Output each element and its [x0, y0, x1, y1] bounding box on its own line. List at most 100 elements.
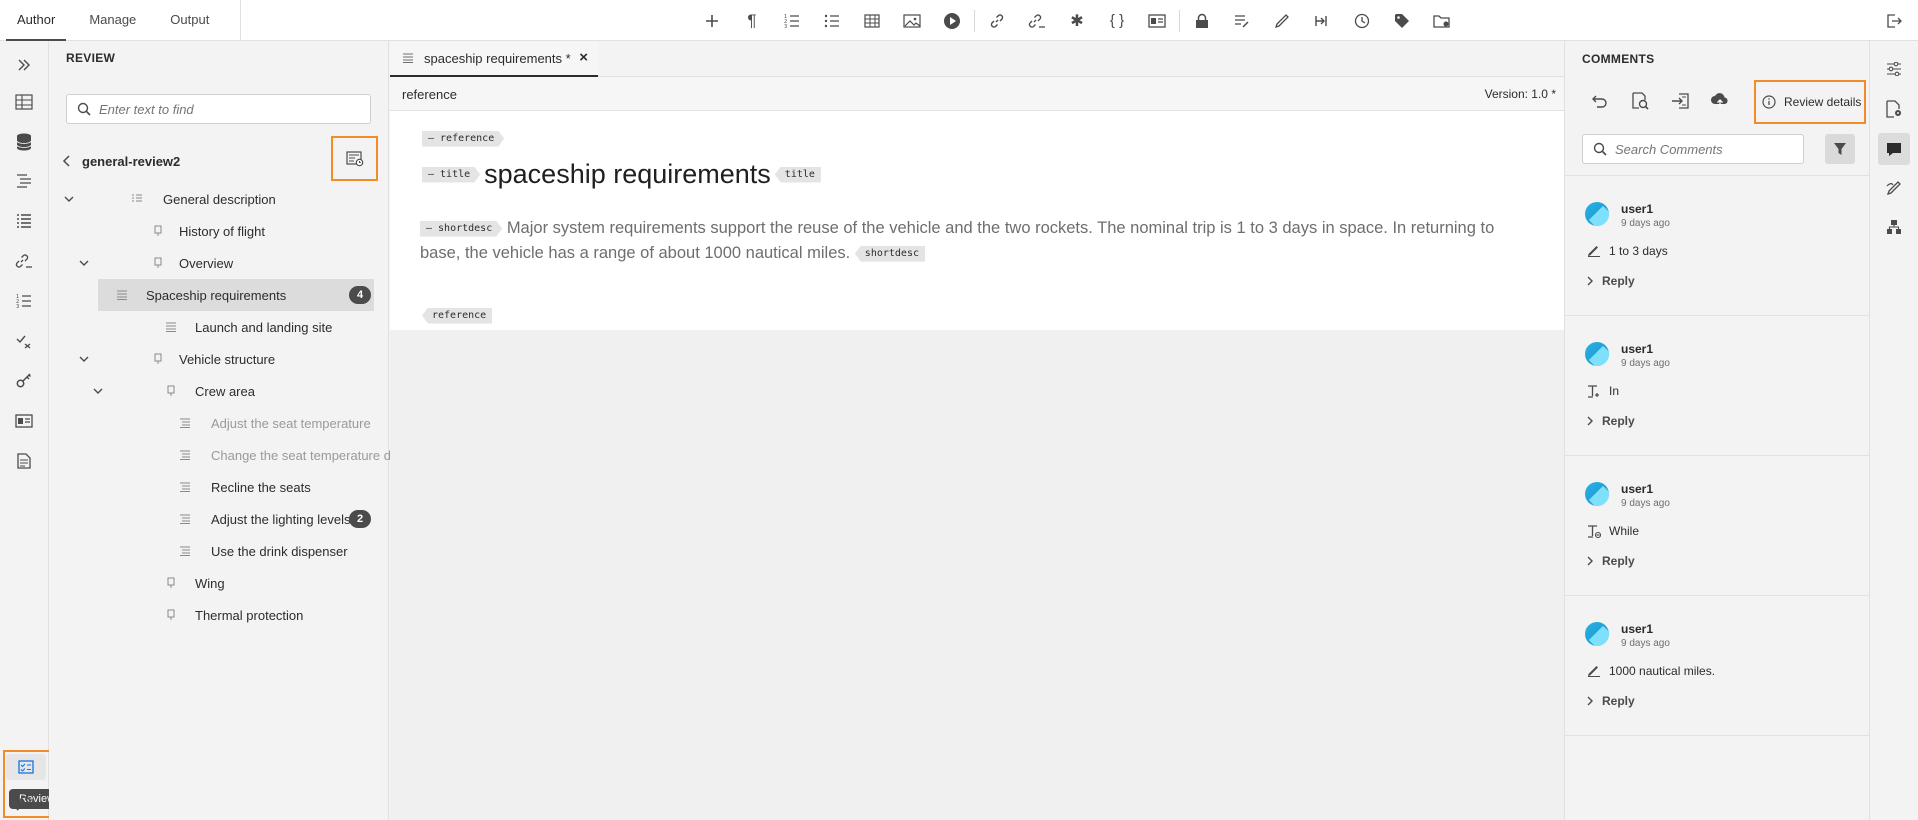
tree-item[interactable]: Change the seat temperature disp...: [49, 439, 416, 471]
comments-search-field[interactable]: [1582, 134, 1804, 164]
review-search-field[interactable]: [66, 94, 371, 124]
highlight-icon[interactable]: [1262, 0, 1302, 41]
tree-item[interactable]: Adjust the lighting levels 2: [49, 503, 389, 535]
tree-item[interactable]: Adjust the seat temperature: [49, 407, 389, 439]
track-changes-panel-icon[interactable]: [1878, 172, 1910, 204]
properties-icon[interactable]: [1878, 53, 1910, 85]
tree-item[interactable]: Launch and landing site: [49, 311, 389, 343]
document-title[interactable]: spaceship requirements: [484, 159, 771, 190]
tree-item[interactable]: Overview: [49, 247, 389, 279]
undo-icon[interactable]: [1580, 85, 1620, 117]
tree-item[interactable]: Use the drink dispenser: [49, 535, 389, 567]
close-icon[interactable]: ×: [579, 49, 588, 66]
shortdesc-text[interactable]: Major system requirements support the re…: [420, 219, 1494, 262]
multimedia-icon[interactable]: [932, 0, 972, 41]
tree-item[interactable]: Crew area: [49, 375, 389, 407]
chevron-down-icon[interactable]: [77, 352, 91, 366]
repository-icon[interactable]: [8, 86, 40, 118]
chevron-down-icon[interactable]: [77, 256, 91, 270]
reply-toggle[interactable]: Reply: [1587, 414, 1635, 428]
comment-card[interactable]: user1 9 days ago 1000 nautical miles. Reply: [1565, 596, 1871, 736]
title-element[interactable]: — title spaceship requirements title: [422, 159, 821, 190]
chevron-down-icon[interactable]: [91, 384, 105, 398]
comment-timestamp: 9 days ago: [1621, 358, 1670, 369]
import-icon[interactable]: [1660, 85, 1700, 117]
database-icon[interactable]: [8, 126, 40, 158]
comment-card[interactable]: user1 9 days ago While Reply: [1565, 456, 1871, 596]
tree-item[interactable]: Thermal protection: [49, 599, 389, 631]
review-icon[interactable]: [6, 754, 46, 780]
tab-output[interactable]: Output: [159, 0, 220, 41]
filter-button[interactable]: [1825, 134, 1855, 164]
version-compare-icon[interactable]: [1302, 0, 1342, 41]
link-icon[interactable]: [977, 0, 1017, 41]
paragraph-icon[interactable]: ¶: [732, 0, 772, 41]
chevron-down-icon[interactable]: [62, 192, 76, 206]
filter-icon: [1834, 143, 1846, 155]
file-settings-icon[interactable]: [1878, 93, 1910, 125]
expand-panels-icon[interactable]: [8, 49, 40, 81]
shortdesc-element[interactable]: — shortdesc Major system requirements sup…: [420, 216, 1530, 266]
tree-item[interactable]: Recline the seats: [49, 471, 389, 503]
comment-content[interactable]: While: [1587, 524, 1639, 538]
back-chevron-icon[interactable]: [62, 155, 72, 167]
comment-content[interactable]: In: [1587, 384, 1619, 398]
sign-out-icon[interactable]: [1878, 0, 1910, 41]
numbered-list-icon[interactable]: 123: [772, 0, 812, 41]
reply-toggle[interactable]: Reply: [1587, 694, 1635, 708]
breadcrumb[interactable]: reference: [402, 87, 457, 102]
document-tab[interactable]: spaceship requirements * ×: [390, 41, 598, 77]
review-settings-button[interactable]: [331, 136, 378, 181]
tab-manage[interactable]: Manage: [78, 0, 147, 41]
outline-icon[interactable]: [8, 165, 40, 197]
map-icon: [130, 192, 144, 206]
avatar: [1585, 482, 1609, 506]
find-comment-icon[interactable]: [1620, 85, 1660, 117]
comment-card[interactable]: user1 9 days ago 1 to 3 days Reply: [1565, 176, 1871, 316]
document-canvas[interactable]: — reference — title spaceship requirements…: [390, 111, 1564, 330]
comments-search-input[interactable]: [1615, 141, 1795, 157]
tree-item[interactable]: Vehicle structure: [49, 343, 389, 375]
list-icon[interactable]: [8, 205, 40, 237]
comment-author: user1: [1621, 482, 1654, 496]
upload-cloud-icon[interactable]: [1700, 85, 1740, 117]
find-replace-icon[interactable]: [8, 788, 40, 820]
folder-settings-icon[interactable]: [1422, 0, 1462, 41]
code-braces-icon[interactable]: { }: [1097, 0, 1137, 41]
lock-icon[interactable]: [1182, 0, 1222, 41]
numbered-list-icon[interactable]: 123: [8, 285, 40, 317]
avatar: [1585, 202, 1609, 226]
citation-icon[interactable]: [8, 405, 40, 437]
reusable-content-icon[interactable]: [8, 245, 40, 277]
tree-item-label: Adjust the lighting levels: [211, 512, 351, 527]
comment-content[interactable]: 1 to 3 days: [1587, 244, 1668, 258]
tree-item[interactable]: Spaceship requirements 4: [98, 279, 374, 311]
comment-content[interactable]: 1000 nautical miles.: [1587, 664, 1715, 678]
plus-icon[interactable]: [692, 0, 732, 41]
track-changes-icon[interactable]: [1222, 0, 1262, 41]
tree-item[interactable]: History of flight: [49, 215, 389, 247]
cross-reference-icon[interactable]: [1017, 0, 1057, 41]
tag-icon[interactable]: [1382, 0, 1422, 41]
image-icon[interactable]: [892, 0, 932, 41]
reply-toggle[interactable]: Reply: [1587, 274, 1635, 288]
topic-icon: [151, 256, 165, 270]
bulleted-list-icon[interactable]: [812, 0, 852, 41]
comments-icon[interactable]: [1878, 133, 1910, 165]
tree-item[interactable]: General description: [49, 183, 389, 215]
content-reference-icon[interactable]: [1137, 0, 1177, 41]
comment-card[interactable]: user1 9 days ago In Reply: [1565, 316, 1871, 456]
special-character-icon[interactable]: ✱: [1057, 0, 1097, 41]
table-icon[interactable]: [852, 0, 892, 41]
review-tasks-icon[interactable]: [8, 325, 40, 357]
key-icon[interactable]: [8, 364, 40, 396]
mode-tabs: Author Manage Output: [0, 0, 242, 41]
review-details-button[interactable]: Review details: [1754, 80, 1866, 124]
reply-toggle[interactable]: Reply: [1587, 554, 1635, 568]
history-icon[interactable]: [1342, 0, 1382, 41]
tab-author[interactable]: Author: [6, 0, 67, 41]
review-search-input[interactable]: [99, 101, 349, 117]
document-icon[interactable]: [8, 445, 40, 477]
component-icon[interactable]: [1878, 211, 1910, 243]
tree-item[interactable]: Wing: [49, 567, 389, 599]
